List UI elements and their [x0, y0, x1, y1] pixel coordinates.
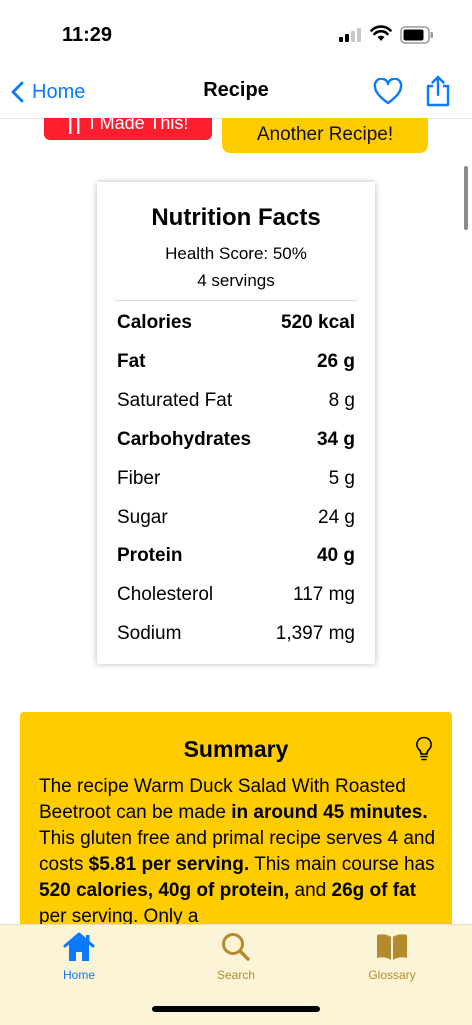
magnifier-icon: [222, 933, 250, 961]
status-bar: 11:29: [0, 0, 472, 66]
home-indicator: [152, 1006, 320, 1012]
nutrition-facts-card: Nutrition Facts Health Score: 50% 4 serv…: [97, 182, 375, 664]
summary-text-part: This main course has: [249, 854, 435, 875]
battery-icon: [400, 26, 433, 44]
summary-text: The recipe Warm Duck Salad With Roasted …: [39, 774, 439, 924]
summary-text-bold: in around 45 minutes.: [231, 802, 428, 823]
nutrient-value: 26 g: [316, 351, 355, 372]
nutrition-row-fiber: Fiber 5 g: [117, 466, 355, 492]
fork-knife-icon: [68, 118, 80, 134]
nutrient-value: 40 g: [316, 545, 355, 566]
tab-search[interactable]: Search: [176, 931, 296, 982]
summary-card: Summary The recipe Warm Duck Salad With …: [20, 712, 452, 924]
tab-label: Glossary: [368, 968, 416, 982]
nutrient-label: Saturated Fat: [117, 390, 233, 411]
nutrition-row-fat: Fat 26 g: [117, 349, 355, 375]
lightbulb-icon[interactable]: [415, 736, 433, 762]
nutrition-row-calories: Calories 520 kcal: [117, 310, 355, 336]
nutrient-value: 24 g: [318, 507, 355, 528]
navigation-bar: Home Recipe: [0, 66, 472, 119]
house-icon: [63, 932, 95, 961]
nutrition-row-protein: Protein 40 g: [117, 543, 355, 569]
nutrient-value: 34 g: [316, 429, 355, 450]
nutrient-label: Sugar: [117, 507, 168, 528]
summary-text-part: per serving. Only a: [39, 906, 199, 924]
nutrition-row-carbohydrates: Carbohydrates 34 g: [117, 427, 355, 453]
heart-icon[interactable]: [373, 78, 403, 106]
tab-label: Home: [62, 968, 95, 982]
another-recipe-label: Another Recipe!: [256, 124, 394, 145]
recipe-content[interactable]: I Made This! Another Recipe! Nutrition F…: [0, 118, 472, 924]
nutrient-label: Calories: [117, 312, 192, 333]
wifi-icon: [370, 25, 392, 41]
made-this-button[interactable]: I Made This!: [44, 118, 212, 140]
summary-text-bold: $5.81 per serving.: [88, 854, 250, 875]
back-button-label: Home: [32, 80, 86, 103]
scroll-indicator[interactable]: [464, 166, 468, 230]
share-icon[interactable]: [424, 75, 452, 107]
chevron-left-icon: [11, 81, 24, 103]
signal-icon: [339, 28, 361, 42]
nutrient-value: 5 g: [328, 468, 355, 489]
health-score: Health Score: 50%: [165, 244, 307, 263]
nutrition-divider: [115, 300, 357, 301]
summary-text-bold: 26g of fat: [331, 880, 416, 901]
summary-title: Summary: [183, 736, 289, 762]
nutrition-row-sugar: Sugar 24 g: [117, 505, 355, 531]
another-recipe-button[interactable]: Another Recipe!: [222, 118, 428, 153]
nutrient-label: Fiber: [117, 468, 161, 489]
nutrient-label: Cholesterol: [117, 584, 214, 605]
nutrient-label: Protein: [117, 545, 183, 566]
nutrient-label: Sodium: [117, 623, 182, 644]
nutrition-row-cholesterol: Cholesterol 117 mg: [117, 582, 355, 608]
nutrient-value: 8 g: [328, 390, 355, 411]
tab-home[interactable]: Home: [19, 931, 139, 982]
nutrient-value: 117 mg: [293, 584, 355, 605]
nutrition-row-sodium: Sodium 1,397 mg: [117, 621, 355, 647]
tab-glossary[interactable]: Glossary: [332, 931, 452, 982]
tab-label: Search: [216, 968, 256, 982]
nutrient-value: 520 kcal: [281, 312, 355, 333]
back-button[interactable]: Home: [10, 78, 85, 106]
nutrition-title: Nutrition Facts: [151, 204, 321, 231]
made-this-label: I Made This!: [89, 118, 189, 133]
nutrient-label: Fat: [117, 351, 146, 372]
nutrition-row-saturated-fat: Saturated Fat 8 g: [117, 388, 355, 414]
status-time: 11:29: [62, 24, 113, 46]
summary-text-bold: 520 calories, 40g of protein,: [39, 880, 290, 901]
book-icon: [377, 934, 407, 960]
servings: 4 servings: [197, 271, 275, 290]
summary-text-part: and: [289, 880, 332, 901]
nutrient-label: Carbohydrates: [117, 429, 252, 450]
nutrient-value: 1,397 mg: [275, 623, 355, 644]
